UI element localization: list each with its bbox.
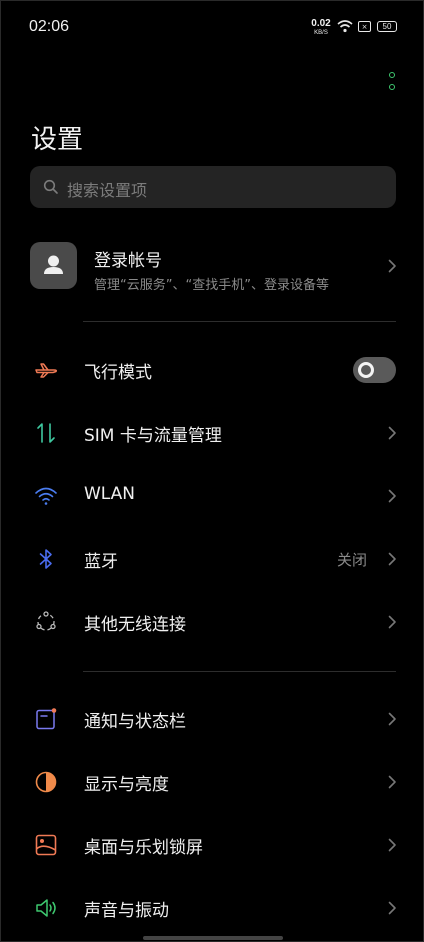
toggle-knob bbox=[358, 362, 374, 378]
more-options-icon[interactable] bbox=[385, 71, 399, 93]
network-speed: 0.02 KB/S bbox=[310, 19, 332, 37]
airplane-mode-label: 飞行模式 bbox=[84, 363, 152, 383]
notification-status-bar-item[interactable]: 通知与状态栏 bbox=[1, 688, 424, 750]
sound-icon bbox=[36, 899, 56, 917]
notification-label: 通知与状态栏 bbox=[84, 712, 186, 732]
desktop-lockscreen-item[interactable]: 桌面与乐划锁屏 bbox=[1, 814, 424, 876]
battery-icon: 50 bbox=[377, 21, 397, 32]
bluetooth-icon bbox=[39, 549, 52, 569]
sim-data-icon bbox=[37, 423, 55, 443]
chevron-right-icon bbox=[388, 426, 396, 440]
home-indicator[interactable] bbox=[143, 936, 283, 940]
clock: 02:06 bbox=[29, 18, 70, 35]
person-icon bbox=[44, 255, 63, 274]
section-divider bbox=[83, 321, 396, 322]
display-brightness-label: 显示与亮度 bbox=[84, 775, 169, 795]
search-input[interactable]: 搜索设置项 bbox=[30, 166, 396, 208]
airplane-mode-item: 飞行模式 bbox=[1, 339, 424, 401]
account-login-item[interactable]: 登录帐号 管理“云服务”、“查找手机”、登录设备等 bbox=[1, 231, 424, 301]
avatar bbox=[30, 242, 77, 289]
airplane-mode-toggle[interactable] bbox=[353, 357, 396, 383]
status-bar: 02:06 0.02 KB/S × 50 bbox=[1, 1, 424, 55]
account-title: 登录帐号 bbox=[94, 251, 162, 271]
search-icon bbox=[43, 179, 58, 194]
sim-data-label: SIM 卡与流量管理 bbox=[84, 426, 222, 446]
wallpaper-icon bbox=[35, 834, 57, 856]
page-title: 设置 bbox=[31, 125, 84, 155]
chevron-right-icon bbox=[388, 712, 396, 726]
more-dot-icon bbox=[389, 84, 395, 90]
search-placeholder: 搜索设置项 bbox=[67, 181, 148, 200]
bluetooth-status: 关闭 bbox=[336, 551, 367, 569]
chevron-right-icon bbox=[388, 838, 396, 852]
chevron-right-icon bbox=[388, 552, 396, 566]
network-speed-value: 0.02 bbox=[311, 18, 331, 29]
wlan-item[interactable]: WLAN bbox=[1, 465, 424, 527]
other-wireless-label: 其他无线连接 bbox=[84, 615, 186, 635]
account-subtitle: 管理“云服务”、“查找手机”、登录设备等 bbox=[94, 278, 329, 293]
bluetooth-item[interactable]: 蓝牙 关闭 bbox=[1, 528, 424, 590]
sim-data-management-item[interactable]: SIM 卡与流量管理 bbox=[1, 402, 424, 464]
chevron-right-icon bbox=[388, 615, 396, 629]
airplane-icon bbox=[35, 363, 57, 378]
network-speed-unit: KB/S bbox=[314, 30, 328, 36]
other-wireless-connections-item[interactable]: 其他无线连接 bbox=[1, 591, 424, 653]
wifi-icon bbox=[35, 487, 57, 505]
wireless-connections-icon bbox=[36, 611, 56, 631]
chevron-right-icon bbox=[388, 901, 396, 915]
more-dot-icon bbox=[389, 72, 395, 78]
bluetooth-label: 蓝牙 bbox=[84, 552, 118, 572]
chevron-right-icon bbox=[388, 489, 396, 503]
wlan-label: WLAN bbox=[84, 484, 136, 504]
sound-vibration-label: 声音与振动 bbox=[84, 901, 169, 921]
display-brightness-icon bbox=[35, 771, 57, 793]
display-brightness-item[interactable]: 显示与亮度 bbox=[1, 751, 424, 813]
sound-vibration-item[interactable]: 声音与振动 bbox=[1, 877, 424, 939]
chevron-right-icon bbox=[388, 259, 396, 273]
desktop-lockscreen-label: 桌面与乐划锁屏 bbox=[84, 838, 203, 858]
chevron-right-icon bbox=[388, 775, 396, 789]
settings-screen: 02:06 0.02 KB/S × 50 设置 搜索设置项 登录帐号 管理“云服… bbox=[0, 0, 424, 942]
notification-icon bbox=[36, 708, 57, 730]
wifi-signal-icon bbox=[337, 20, 353, 33]
sim-status-icon: × bbox=[358, 21, 371, 32]
section-divider bbox=[83, 671, 396, 672]
